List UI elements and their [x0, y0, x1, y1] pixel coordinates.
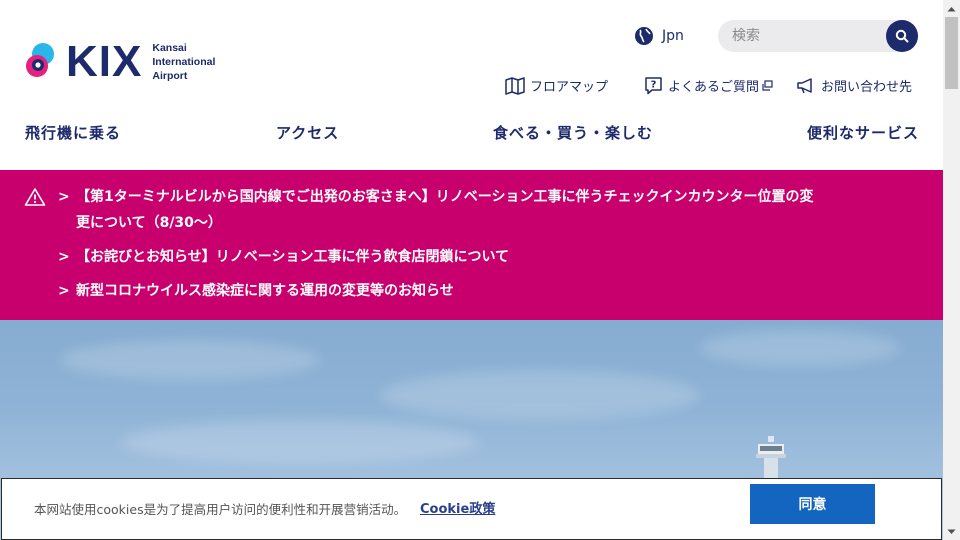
page: KIX Kansai International Airport Jpn 検索 … [0, 0, 943, 540]
question-icon: ? [645, 77, 662, 95]
floor-map-label: フロアマップ [530, 80, 609, 95]
notice-item-1[interactable]: > 【第1ターミナルビルから国内線でご出発のお客さまへ】リノベーション工事に伴う… [58, 184, 928, 236]
contact-link[interactable]: お問い合わせ先 [796, 76, 912, 95]
floor-map-link[interactable]: フロアマップ [505, 76, 608, 95]
notice-item-1-line-1: 【第1ターミナルビルから国内線でご出発のお客さまへ】リノベーション工事に伴うチェ… [76, 189, 814, 205]
notice-item-2[interactable]: > 【お詫びとお知らせ】リノベーション工事に伴う飲食店閉鎖について [58, 244, 928, 270]
cookie-accept-button[interactable]: 同意 [750, 484, 875, 524]
nav-item-access[interactable]: アクセス [276, 122, 339, 143]
scroll-down-icon[interactable] [943, 523, 960, 540]
search-input[interactable] [732, 20, 882, 52]
nav-item-flights[interactable]: 飛行機に乗る [25, 122, 121, 143]
external-link-icon [762, 80, 773, 91]
warning-icon [24, 188, 46, 206]
logo-wordmark: KIX [66, 37, 143, 86]
control-tower-image [756, 436, 786, 480]
map-icon [505, 76, 525, 95]
megaphone-icon [797, 77, 812, 93]
cookie-consent-bar: 本网站使用cookies是为了提高用户访问的便利性和开展营销活动。 Cookie… [1, 478, 942, 540]
notice-item-3[interactable]: > 新型コロナウイルス感染症に関する運用の変更等のお知らせ [58, 278, 928, 304]
search-icon [895, 29, 909, 43]
page-scrollbar[interactable] [943, 0, 960, 540]
chevron-right-icon: > [58, 283, 70, 299]
logo-sub-line-3: Airport [152, 70, 188, 82]
notice-item-3-text: 新型コロナウイルス感染症に関する運用の変更等のお知らせ [76, 283, 454, 299]
nav-item-services[interactable]: 便利なサービス [807, 122, 919, 143]
scroll-thumb[interactable] [945, 17, 958, 89]
language-label: Jpn [662, 28, 684, 44]
language-switch[interactable]: Jpn [634, 26, 684, 46]
logo-mark-icon [24, 41, 60, 83]
faq-link[interactable]: ? よくあるご質問 [644, 76, 778, 95]
globe-icon [635, 27, 653, 45]
kix-logo[interactable]: KIX Kansai International Airport [24, 40, 215, 84]
contact-label: お問い合わせ先 [821, 80, 913, 95]
svg-text:?: ? [651, 80, 657, 91]
logo-subtitle: Kansai International Airport [152, 41, 215, 83]
site-header: KIX Kansai International Airport Jpn 検索 … [0, 0, 943, 170]
chevron-right-icon: > [58, 249, 70, 265]
nav-item-dining-shopping[interactable]: 食べる・買う・楽しむ [493, 122, 653, 143]
search-box [718, 20, 918, 52]
logo-sub-line-1: Kansai [152, 42, 187, 54]
cookie-policy-link[interactable]: Cookie政策 [420, 498, 495, 517]
faq-label: よくあるご質問 [668, 80, 760, 95]
logo-sub-line-2: International [152, 56, 216, 68]
notice-item-1-line-2: 更について（8/30〜） [76, 215, 222, 231]
chevron-right-icon: > [58, 189, 70, 205]
search-button[interactable] [886, 20, 918, 52]
notice-item-2-text: 【お詫びとお知らせ】リノベーション工事に伴う飲食店閉鎖について [76, 249, 510, 265]
cookie-message: 本网站使用cookies是为了提高用户访问的便利性和开展营销活动。 [34, 502, 407, 517]
scroll-up-icon[interactable] [943, 0, 960, 17]
